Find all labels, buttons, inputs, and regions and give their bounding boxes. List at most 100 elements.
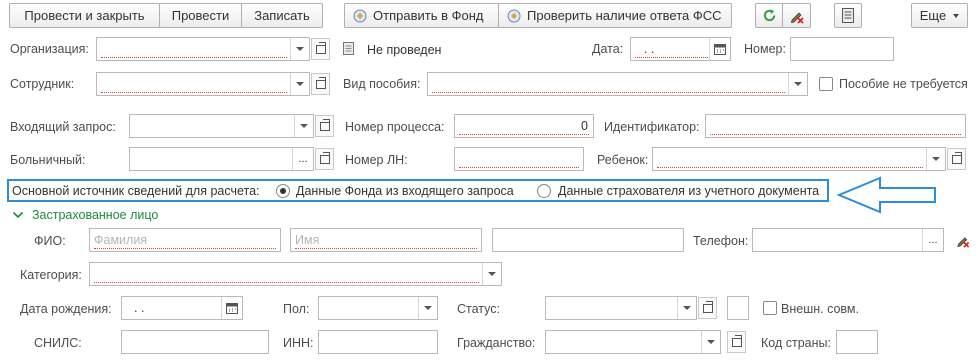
open-icon bbox=[319, 118, 330, 131]
open-citizenship-button[interactable] bbox=[727, 331, 746, 353]
inn-field[interactable] bbox=[318, 330, 438, 354]
check-fss-response-button[interactable]: Проверить наличие ответа ФСС bbox=[498, 3, 732, 28]
status-extra-field[interactable] bbox=[727, 296, 749, 320]
chevron-down-icon[interactable] bbox=[788, 73, 807, 95]
open-icon bbox=[702, 300, 713, 313]
employee-field[interactable] bbox=[96, 72, 310, 96]
identifier-field[interactable] bbox=[705, 114, 966, 138]
sex-label: Пол: bbox=[283, 302, 310, 316]
process-number-value: 0 bbox=[581, 119, 588, 133]
birth-date-value: . . bbox=[134, 301, 145, 315]
date-field[interactable]: . . bbox=[630, 37, 731, 61]
benefit-type-label: Вид пособия: bbox=[343, 77, 421, 91]
document-list-icon bbox=[842, 8, 854, 23]
calendar-icon[interactable] bbox=[226, 302, 238, 314]
snils-label: СНИЛС: bbox=[34, 336, 82, 350]
identifier-label: Идентификатор: bbox=[604, 120, 700, 134]
sick-leave-label: Больничный: bbox=[10, 153, 86, 167]
number-label: Номер: bbox=[744, 42, 786, 56]
chevron-down-icon[interactable] bbox=[701, 331, 720, 353]
sex-field[interactable] bbox=[318, 296, 438, 320]
phone-field[interactable]: ... bbox=[752, 228, 944, 252]
chevron-down-icon[interactable] bbox=[926, 148, 945, 170]
citizenship-label: Гражданство: bbox=[457, 336, 536, 350]
snils-field[interactable] bbox=[121, 330, 269, 354]
save-button[interactable]: Записать bbox=[241, 3, 323, 28]
radio-insurer-data[interactable] bbox=[537, 184, 551, 198]
post-and-close-button[interactable]: Провести и закрыть bbox=[9, 3, 160, 28]
send-to-fund-button[interactable]: Отправить в Фонд bbox=[344, 3, 499, 28]
number-field[interactable] bbox=[790, 37, 894, 61]
lastname-field[interactable]: Фамилия bbox=[89, 228, 281, 252]
birth-date-field[interactable]: . . bbox=[121, 296, 243, 320]
open-child-button[interactable] bbox=[947, 148, 966, 170]
benefit-not-required-checkbox[interactable] bbox=[819, 77, 833, 91]
post-button[interactable]: Провести bbox=[159, 3, 242, 28]
refresh-icon bbox=[763, 9, 775, 22]
status-label: Статус: bbox=[457, 302, 500, 316]
benefit-type-field[interactable] bbox=[427, 72, 808, 96]
chevron-down-icon bbox=[953, 13, 960, 18]
employee-label: Сотрудник: bbox=[10, 77, 75, 91]
birth-date-label: Дата рождения: bbox=[20, 302, 112, 316]
open-icon bbox=[315, 76, 326, 89]
report-button[interactable] bbox=[834, 3, 862, 28]
open-sick-leave-button[interactable] bbox=[315, 148, 334, 170]
document-status-icon bbox=[343, 42, 354, 55]
chevron-down-icon[interactable] bbox=[418, 297, 437, 319]
chevron-down-icon[interactable] bbox=[677, 297, 696, 319]
open-employee-button[interactable] bbox=[311, 73, 330, 95]
send-to-fund-label: Отправить в Фонд bbox=[373, 8, 484, 23]
incoming-request-field[interactable] bbox=[129, 114, 314, 138]
chevron-down-icon[interactable] bbox=[290, 38, 309, 60]
chevron-down-icon[interactable] bbox=[290, 73, 309, 95]
pencil-clear-icon[interactable] bbox=[955, 233, 971, 248]
firstname-placeholder: Имя bbox=[295, 233, 320, 247]
process-number-field[interactable]: 0 bbox=[454, 114, 594, 138]
country-code-label: Код страны: bbox=[761, 336, 831, 350]
pencil-clear-icon bbox=[790, 12, 804, 24]
status-field[interactable] bbox=[545, 296, 697, 320]
open-organization-button[interactable] bbox=[311, 38, 330, 60]
clear-edit-button[interactable] bbox=[782, 3, 811, 28]
incoming-request-label: Входящий запрос: bbox=[10, 120, 116, 134]
firstname-field[interactable]: Имя bbox=[290, 228, 482, 252]
process-number-label: Номер процесса: bbox=[345, 120, 445, 134]
citizenship-field[interactable] bbox=[545, 330, 721, 354]
external-part-time-label: Внешн. совм. bbox=[781, 302, 859, 316]
inn-label: ИНН: bbox=[283, 336, 314, 350]
open-status-button[interactable] bbox=[698, 297, 717, 319]
refresh-button[interactable] bbox=[755, 3, 783, 28]
chevron-down-icon[interactable] bbox=[294, 115, 313, 137]
open-incoming-request-button[interactable] bbox=[315, 115, 334, 137]
left-arrow-icon bbox=[836, 176, 936, 214]
open-icon bbox=[951, 151, 962, 164]
lastname-placeholder: Фамилия bbox=[94, 233, 148, 247]
calendar-icon[interactable] bbox=[714, 43, 726, 55]
benefit-not-required-label: Пособие не требуется bbox=[839, 77, 968, 91]
select-ellipsis-button[interactable]: ... bbox=[292, 148, 313, 170]
select-ellipsis-button[interactable]: ... bbox=[922, 229, 943, 251]
check-fss-label: Проверить наличие ответа ФСС bbox=[527, 8, 722, 23]
organization-label: Организация: bbox=[10, 42, 89, 56]
external-part-time-checkbox[interactable] bbox=[763, 301, 777, 315]
country-code-field[interactable] bbox=[836, 330, 878, 354]
radio-fund-data[interactable] bbox=[276, 184, 290, 198]
open-icon bbox=[319, 151, 330, 164]
fio-label: ФИО: bbox=[34, 234, 66, 248]
more-label: Еще bbox=[919, 8, 947, 23]
more-menu-button[interactable]: Еще bbox=[911, 3, 968, 28]
insured-section-title[interactable]: Застрахованное лицо bbox=[32, 207, 158, 223]
date-label: Дата: bbox=[592, 42, 624, 56]
open-icon bbox=[315, 41, 326, 54]
category-label: Категория: bbox=[20, 268, 82, 282]
ln-number-field[interactable] bbox=[454, 147, 584, 171]
chevron-down-icon[interactable] bbox=[482, 263, 501, 285]
sick-leave-field[interactable]: ... bbox=[129, 147, 314, 171]
child-field[interactable] bbox=[652, 147, 946, 171]
section-toggle-chevron-icon[interactable] bbox=[12, 209, 24, 223]
middlename-field[interactable] bbox=[492, 228, 684, 252]
fss-shield-icon bbox=[507, 9, 521, 22]
category-field[interactable] bbox=[89, 262, 502, 286]
organization-field[interactable] bbox=[96, 37, 310, 61]
